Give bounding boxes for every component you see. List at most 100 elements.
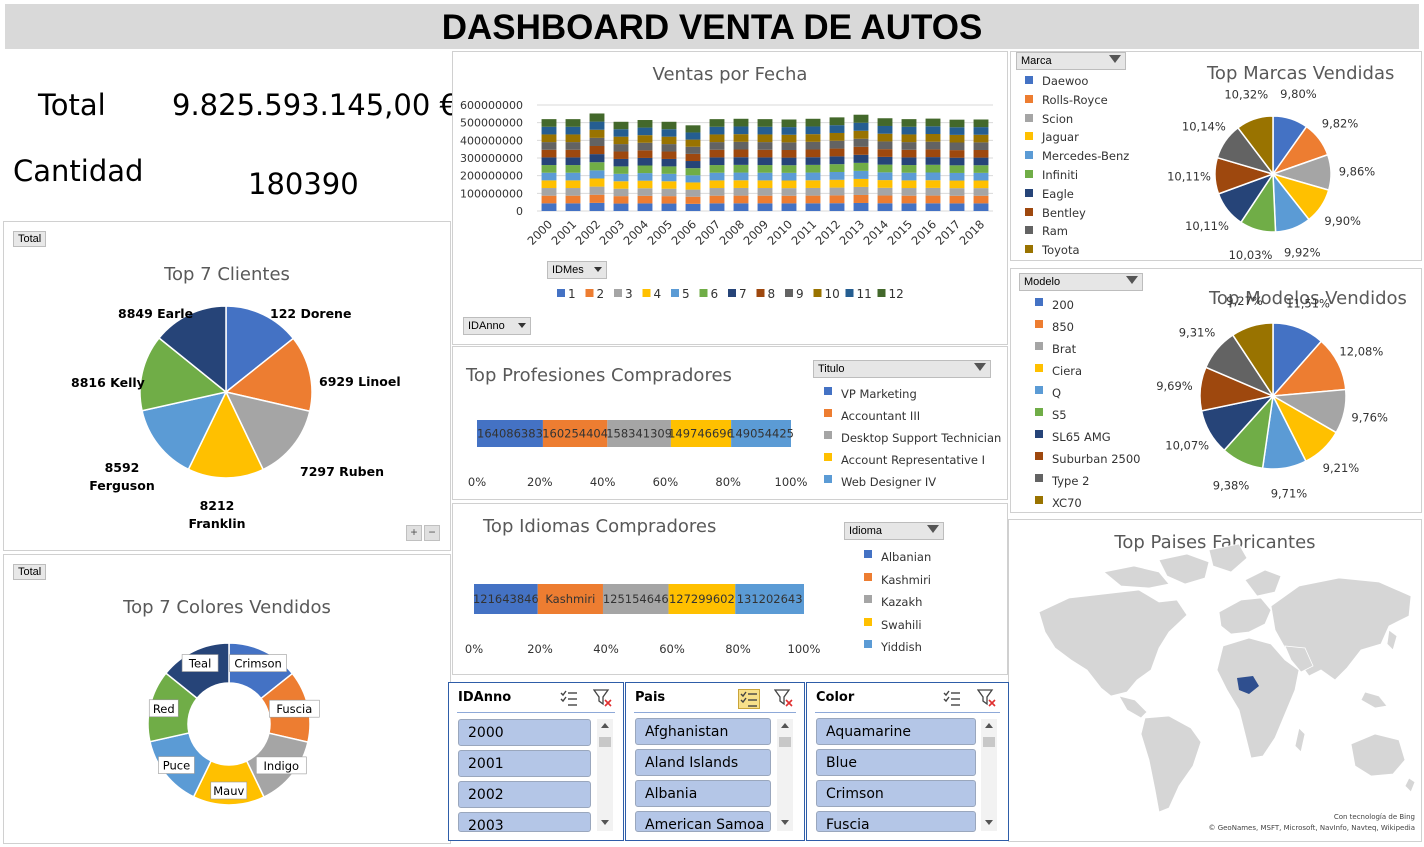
legend-swatch <box>813 289 822 297</box>
sales-bar-segment <box>565 142 581 150</box>
sales-bar-segment <box>637 180 653 189</box>
sales-bar-segment <box>949 180 965 189</box>
sales-bar-segment <box>589 121 605 130</box>
legend-swatch <box>864 617 872 626</box>
sales-bar-segment <box>589 113 605 122</box>
clear-filter-icon[interactable] <box>774 689 794 707</box>
sales-bar-segment <box>709 119 725 127</box>
model-pct-label: 12,08% <box>1339 344 1383 358</box>
sales-panel: Ventas por Fecha 0 100000000 200000000 3000… <box>452 51 1008 345</box>
kpi-qty-label: Cantidad <box>13 154 144 188</box>
sales-bar-segment <box>781 203 797 211</box>
sales-bar-segment <box>613 144 629 152</box>
sales-bar-segment <box>805 172 821 181</box>
legend-swatch <box>699 289 708 297</box>
sales-bar-segment <box>685 132 701 140</box>
clients-label-1: 6929 Linoel <box>319 374 401 389</box>
idioma-filter-button[interactable]: Idioma <box>844 522 944 540</box>
multi-select-icon[interactable] <box>942 689 962 707</box>
sales-bar-segment <box>781 134 797 143</box>
scrollbar[interactable] <box>777 719 793 831</box>
legend-label: Kazakh <box>881 595 923 609</box>
sales-bar-segment <box>901 149 917 158</box>
slicer-item[interactable]: 2003 <box>458 812 591 834</box>
expand-button[interactable]: + <box>406 525 422 541</box>
sales-bar-segment <box>781 172 797 181</box>
x-tick-label: 2003 <box>597 217 628 248</box>
clear-filter-icon[interactable] <box>977 689 997 707</box>
x-tick-label: 0% <box>468 475 486 489</box>
slicer-item[interactable]: Blue <box>816 749 976 776</box>
sales-bar-segment <box>637 157 653 166</box>
scroll-thumb[interactable] <box>779 737 791 747</box>
multi-select-icon[interactable] <box>738 689 760 709</box>
slicer-item[interactable]: Afghanistan <box>635 718 771 745</box>
sales-bar-segment <box>541 203 557 211</box>
scroll-up-icon[interactable] <box>781 723 789 728</box>
sales-bar-segment <box>661 129 677 137</box>
legend-swatch <box>614 289 622 297</box>
sales-bar-segment <box>805 157 821 165</box>
brand-pct-label: 9,92% <box>1284 246 1321 260</box>
slicer-item[interactable]: Fuscia <box>816 811 976 833</box>
chevron-down-icon <box>518 323 526 328</box>
sales-bar-segment <box>637 165 653 174</box>
collapse-button[interactable]: − <box>424 525 440 541</box>
world-map[interactable]: Con tecnología de Bing © GeoNames, MSFT,… <box>1009 520 1421 841</box>
scroll-down-icon[interactable] <box>985 820 993 825</box>
sales-bar-segment <box>565 134 581 143</box>
sales-bar-segment <box>853 202 869 211</box>
scroll-down-icon[interactable] <box>781 820 789 825</box>
sales-bar-segment <box>949 203 965 211</box>
sales-bar-segment <box>805 195 821 204</box>
legend-label: 4 <box>654 287 662 301</box>
scroll-down-icon[interactable] <box>601 820 609 825</box>
color-slicer: Color Aquamarine Blue Crimson Fuscia <box>806 682 1009 841</box>
x-tick-label: 2009 <box>741 217 772 248</box>
slicer-item[interactable]: Crimson <box>816 780 976 807</box>
sales-bar-segment <box>781 165 797 173</box>
scroll-thumb[interactable] <box>599 737 611 747</box>
sales-bar-segment <box>733 157 749 165</box>
sales-bar-segment <box>637 188 653 196</box>
x-tick-label: 2007 <box>693 217 724 248</box>
sales-bar-segment <box>589 129 605 138</box>
scroll-up-icon[interactable] <box>985 723 993 728</box>
scroll-up-icon[interactable] <box>601 723 609 728</box>
slicer-item[interactable]: 2001 <box>458 750 591 777</box>
sales-bar-segment <box>709 165 725 173</box>
titulo-filter-button[interactable]: Titulo <box>813 360 991 378</box>
idanno-field-button[interactable]: IDAnno <box>463 317 531 335</box>
y-tick-label: 100000000 <box>460 187 523 200</box>
idmes-field-button[interactable]: IDMes <box>547 261 607 279</box>
sales-bar-segment <box>541 188 557 196</box>
legend-label: 6 <box>711 287 719 301</box>
slicer-divider <box>457 712 615 713</box>
slicer-item[interactable]: American Samoa <box>635 811 771 833</box>
slicer-item[interactable]: Albania <box>635 780 771 807</box>
sales-bar-segment <box>661 173 677 182</box>
sales-bar-segment <box>613 136 629 145</box>
kpi-total-value: 9.825.593.145,00 € <box>172 88 458 122</box>
model-pct-label: 9,21% <box>1323 461 1360 475</box>
clients-label-3: 8212 Franklin <box>188 498 245 531</box>
sales-bar-segment <box>661 121 677 130</box>
map-credit-2: © GeoNames, MSFT, Microsoft, NavInfo, Na… <box>1208 824 1415 832</box>
filter-icon <box>927 525 939 533</box>
sales-bar-segment <box>685 175 701 183</box>
clear-filter-icon[interactable] <box>593 689 613 707</box>
sales-bar-segment <box>613 188 629 197</box>
slicer-item[interactable]: Aland Islands <box>635 749 771 776</box>
slicer-item[interactable]: Aquamarine <box>816 718 976 745</box>
scrollbar[interactable] <box>597 719 613 831</box>
sales-bar-segment <box>973 149 989 158</box>
sales-bar-segment <box>853 122 869 131</box>
multi-select-icon[interactable] <box>559 689 579 707</box>
legend-label: Desktop Support Technician <box>841 431 1002 445</box>
slicer-item[interactable]: 2002 <box>458 781 591 808</box>
legend-swatch <box>824 409 832 417</box>
scroll-thumb[interactable] <box>983 737 995 747</box>
scrollbar[interactable] <box>981 719 997 831</box>
sales-bar-segment <box>973 180 989 189</box>
slicer-item[interactable]: 2000 <box>458 719 591 746</box>
